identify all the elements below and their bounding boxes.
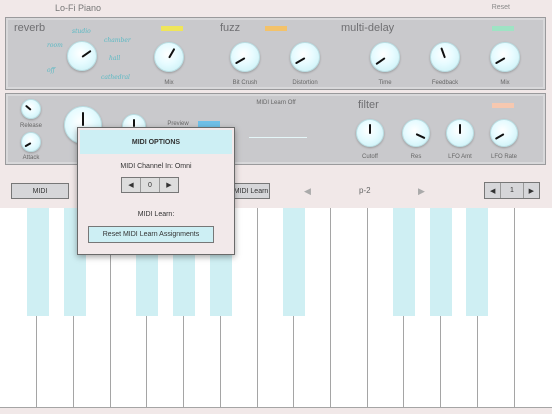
title-bar: Lo-Fi Piano Reset [0,0,552,16]
feedback-knob[interactable] [430,42,460,72]
black-key[interactable] [27,208,49,316]
octave-up-button[interactable]: ▶ [524,183,539,198]
delay-accent [492,26,514,31]
reset-button[interactable]: Reset [492,4,510,11]
octave-stepper: ◀ 1 ▶ [484,182,540,199]
channel-value: 0 [141,178,160,192]
reverb-option-hall[interactable]: hall [109,55,120,62]
bit-crush-knob[interactable] [230,42,260,72]
black-key[interactable] [430,208,452,316]
midi-learn-meter [249,137,307,138]
fuzz-title: fuzz [220,22,241,34]
delay-mix-label: Mix [500,80,510,86]
lfo-amt-knob[interactable] [446,119,474,147]
delay-mix-knob[interactable] [490,42,520,72]
effects-panel: reverb fuzz multi-delay studio chamber r… [5,17,546,90]
attack-knob[interactable] [21,132,41,152]
distortion-knob[interactable] [290,42,320,72]
app-title: Lo-Fi Piano [55,3,102,13]
reverb-option-room[interactable]: room [47,42,63,49]
attack-label: Attack [22,155,40,161]
reverb-option-studio[interactable]: studio [72,28,91,35]
prev-preset-arrow[interactable]: ◀ [304,186,311,197]
midi-channel-stepper: ◀ 0 ▶ [121,177,179,193]
delay-title: multi-delay [341,22,395,34]
midi-options-dialog: MIDI OPTIONS MIDI Channel In: Omni ◀ 0 ▶… [77,127,235,255]
midi-learn-status: MIDI Learn Off [256,100,296,106]
reverb-option-cathedral[interactable]: cathedral [101,74,130,81]
midi-learn-label: MIDI Learn: [137,211,175,218]
reverb-option-off[interactable]: off [47,67,55,74]
lfo-rate-knob[interactable] [490,119,518,147]
white-key[interactable] [331,208,368,408]
channel-increment-button[interactable]: ▶ [160,178,178,192]
fuzz-accent [265,26,287,31]
black-key[interactable] [283,208,305,316]
release-knob[interactable] [21,99,41,119]
lfo-rate-label: LFO Rate [490,154,517,160]
distortion-label: Distortion [292,80,318,86]
reverb-title: reverb [14,22,46,34]
black-key[interactable] [393,208,415,316]
channel-decrement-button[interactable]: ◀ [122,178,141,192]
midi-button[interactable]: MIDI [11,183,69,199]
reset-midi-learn-button[interactable]: Reset MIDI Learn Assignments [88,226,214,243]
filter-accent [492,103,514,108]
reverb-type-knob[interactable] [67,41,97,71]
white-key[interactable] [515,208,552,408]
reverb-option-chamber[interactable]: chamber [104,37,131,44]
reverb-mix-label: Mix [164,80,174,86]
filter-title: filter [358,99,379,111]
time-knob[interactable] [370,42,400,72]
preset-name: p-2 [359,186,371,195]
bit-crush-label: Bit Crush [232,80,258,86]
feedback-label: Feedback [431,80,459,86]
reverb-accent [161,26,183,31]
midi-learn-button[interactable]: MIDI Learn [232,183,270,199]
res-knob[interactable] [402,119,430,147]
cutoff-knob[interactable] [356,119,384,147]
octave-value: 1 [501,183,524,198]
midi-channel-label: MIDI Channel In: Omni [120,163,192,170]
octave-down-button[interactable]: ◀ [485,183,502,198]
next-preset-arrow[interactable]: ▶ [418,186,425,197]
release-label: Release [19,123,42,129]
midi-options-title: MIDI OPTIONS [80,130,232,154]
black-key[interactable] [466,208,488,316]
time-label: Time [378,80,392,86]
reverb-mix-knob[interactable] [154,42,184,72]
